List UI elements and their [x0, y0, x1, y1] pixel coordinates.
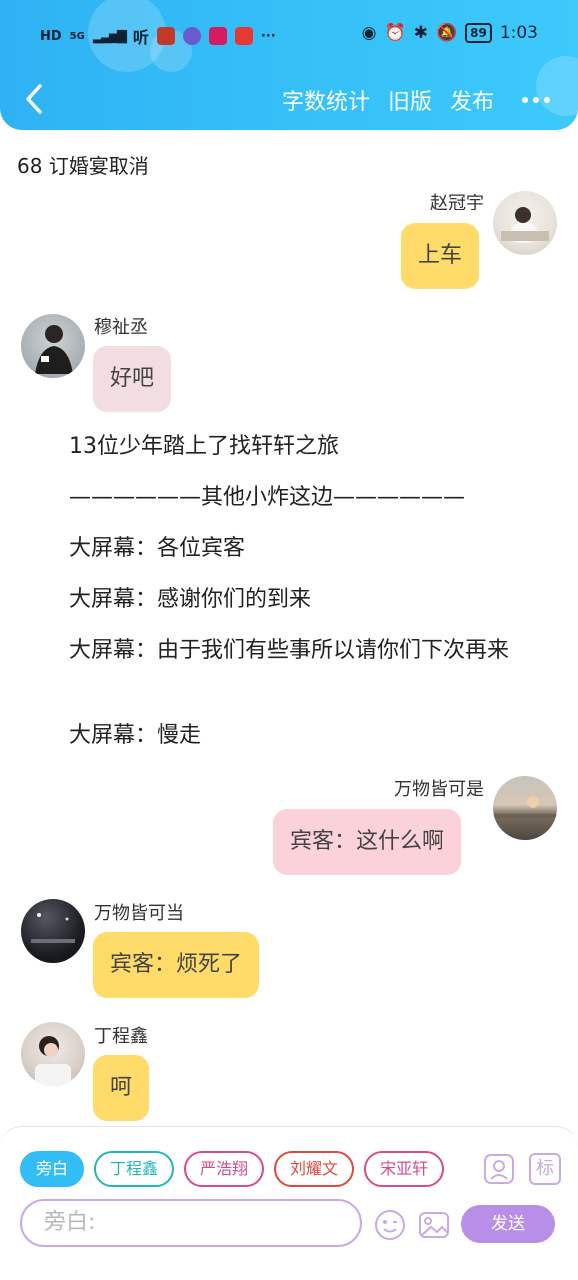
clock: 1:03 [499, 23, 538, 43]
role-chip-narrator[interactable]: 旁白 [20, 1151, 85, 1187]
publish-button[interactable]: 发布 [450, 84, 494, 116]
message-bubble: 上车 [401, 223, 480, 289]
bluetooth-icon: ✱ [413, 23, 428, 43]
eye-icon: ◉ [361, 23, 377, 43]
more-dots-icon[interactable] [522, 97, 550, 103]
message-input[interactable]: 旁白: [20, 1199, 362, 1247]
old-version-button[interactable]: 旧版 [388, 84, 432, 116]
navbar: 字数统计 旧版 发布 [0, 76, 578, 122]
sender-name: 穆祉丞 [94, 317, 148, 338]
role-chip[interactable]: 刘耀文 [274, 1151, 355, 1187]
header: HD 5G ▂▃▅▇ 听 ··· ◉ ⏰ ✱ 🔕 89 1:03 字数统计 旧版… [0, 0, 578, 130]
role-chip[interactable]: 宋亚轩 [364, 1151, 445, 1187]
avatar[interactable] [21, 1022, 85, 1086]
hd-indicator: HD [40, 28, 62, 44]
narration-line: 大屏幕：慢走 [69, 723, 202, 748]
person-card-icon[interactable] [483, 1153, 515, 1185]
sender-name: 赵冠宇 [430, 193, 484, 210]
composer-panel: 旁白 丁程鑫 严浩翔 刘耀文 宋亚轩 标 旁白: 发送 [0, 1126, 578, 1280]
narration-line: 大屏幕：各位宾客 [69, 536, 246, 561]
role-chip[interactable]: 严浩翔 [184, 1151, 265, 1187]
battery-indicator: 89 [465, 23, 492, 43]
app-icon-pink [208, 27, 227, 45]
narration-line: 大屏幕：感谢你们的到来 [69, 587, 312, 612]
send-button[interactable]: 发送 [461, 1205, 555, 1243]
tag-button[interactable]: 标 [529, 1153, 561, 1185]
message-bubble: 宾客：这什么啊 [273, 809, 462, 875]
emoji-icon[interactable] [374, 1209, 406, 1241]
alarm-icon: ⏰ [384, 23, 406, 43]
avatar[interactable] [21, 314, 85, 378]
role-chip[interactable]: 丁程鑫 [94, 1151, 175, 1187]
sender-name: 丁程鑫 [94, 1026, 148, 1047]
app-icon-red [156, 27, 175, 45]
message-bubble: 呵 [93, 1055, 150, 1121]
status-bar: HD 5G ▂▃▅▇ 听 ··· ◉ ⏰ ✱ 🔕 89 1:03 [0, 18, 578, 52]
avatar[interactable] [493, 191, 557, 255]
role-selector: 旁白 丁程鑫 严浩翔 刘耀文 宋亚轩 [20, 1151, 468, 1189]
mute-icon: 🔕 [435, 23, 458, 43]
image-icon[interactable] [418, 1209, 450, 1241]
message-bubble: 宾客：烦死了 [93, 932, 260, 998]
narration-line: ——————其他小炸这边—————— [69, 485, 466, 510]
avatar[interactable] [21, 899, 85, 963]
sender-name: 万物皆可是 [394, 779, 484, 800]
tag-label: 标 [536, 1158, 554, 1179]
app-listen-icon: 听 [132, 28, 149, 47]
chevron-left-icon[interactable] [20, 82, 50, 116]
avatar[interactable] [493, 776, 557, 840]
word-count-button[interactable]: 字数统计 [282, 84, 370, 116]
message-bubble: 好吧 [93, 346, 172, 412]
signal-bars-icon: ▂▃▅▇ [92, 28, 127, 44]
app-icon-book [234, 27, 253, 45]
chat-writer-screen: HD 5G ▂▃▅▇ 听 ··· ◉ ⏰ ✱ 🔕 89 1:03 字数统计 旧版… [0, 0, 578, 1280]
narration-line: 13位少年踏上了找轩轩之旅 [69, 434, 339, 459]
narration-line: 大屏幕：由于我们有些事所以请你们下次再来 [69, 638, 510, 663]
sender-name: 万物皆可当 [94, 903, 184, 924]
more-notifications-icon: ··· [260, 28, 276, 44]
app-icon-music [182, 27, 201, 45]
signal-indicator: 5G [69, 30, 85, 42]
chapter-title: 68 订婚宴取消 [17, 154, 149, 178]
